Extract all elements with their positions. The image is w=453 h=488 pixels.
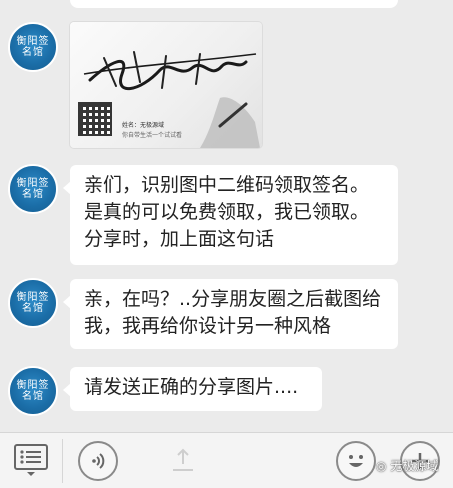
upload-arrow-icon <box>168 445 198 475</box>
message-bubble[interactable]: 亲，在吗？..分享朋友圈之后截图给我，我再给你设计另一种风格 <box>63 279 398 349</box>
watermark: ◎ 无极源域 <box>376 457 438 474</box>
message-bubble[interactable]: 请发送正确的分享图片.... <box>63 367 322 411</box>
emoji-icon[interactable] <box>336 441 376 481</box>
message-row-text: 衡阳签名馆 亲，在吗？..分享朋友圈之后截图给我，我再给你设计另一种风格 <box>0 278 453 350</box>
contact-avatar[interactable]: 衡阳签名馆 <box>8 278 58 328</box>
watermark-icon: ◎ <box>376 459 387 473</box>
toolbar-divider <box>62 439 63 483</box>
contact-avatar[interactable]: 衡阳签名馆 <box>8 366 58 416</box>
message-row-text: 衡阳签名馆 请发送正确的分享图片.... <box>0 364 453 418</box>
menu-list-icon[interactable] <box>12 443 50 477</box>
message-bubble[interactable]: 亲们，识别图中二维码领取签名。是真的可以免费领取，我已领取。分享时，加上面这句话 <box>63 165 398 265</box>
contact-avatar[interactable]: 衡阳签名馆 <box>8 22 58 72</box>
voice-icon[interactable] <box>78 441 118 481</box>
message-row-image: 衡阳签名馆 姓名：无极源域 你自带生活一个试试看 <box>0 20 453 150</box>
watermark-text: 无极源域 <box>390 459 439 473</box>
signature-image-card[interactable]: 姓名：无极源域 你自带生活一个试试看 <box>70 22 262 148</box>
previous-message-bubble <box>70 0 398 8</box>
card-sub-line: 你自带生活一个试试看 <box>122 132 183 139</box>
message-row-text: 衡阳签名馆 亲们，识别图中二维码领取签名。是真的可以免费领取，我已领取。分享时，… <box>0 162 453 268</box>
card-name-line: 姓名：无极源域 <box>122 122 165 129</box>
qr-code[interactable] <box>78 102 112 136</box>
contact-avatar[interactable]: 衡阳签名馆 <box>8 164 58 214</box>
